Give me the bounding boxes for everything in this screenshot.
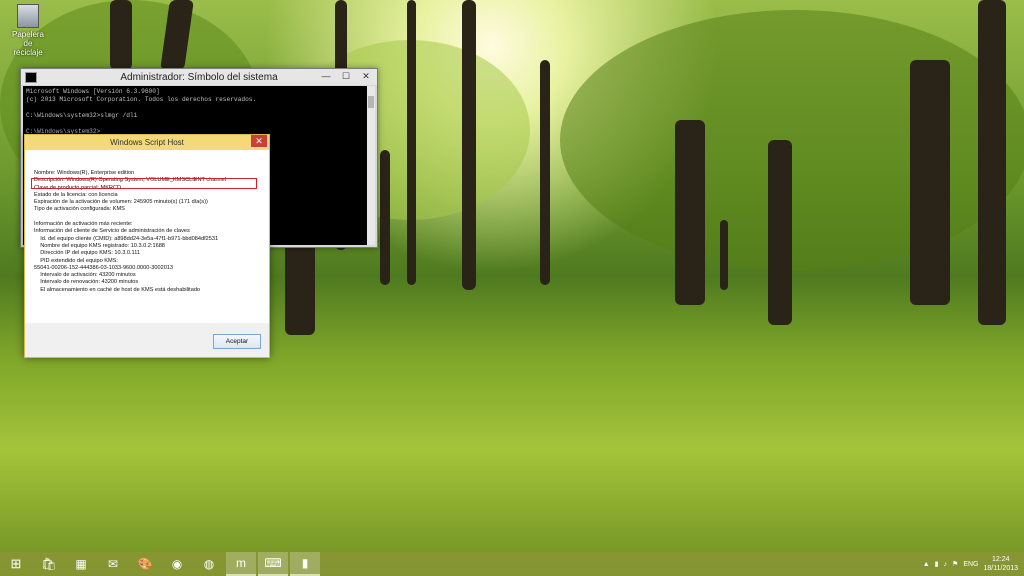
language-indicator[interactable]: ENG (963, 561, 978, 568)
message-line: Nombre: Windows(R), Enterprise edition (34, 170, 135, 176)
wsh-title: Windows Script Host (110, 138, 184, 147)
taskbar: ⊞ 🛍 ▦ ✉ 🎨 ◉ ◍ m ⌨ ▮ ▲ ▮ ♪ ⚑ ENG 12:24 18… (0, 552, 1024, 576)
recycle-bin-label: Papelera de reciclaje (11, 30, 45, 57)
paint-icon: 🎨 (137, 557, 153, 571)
message-line (34, 214, 226, 221)
message-line: Expiración de la activación de volumen: … (34, 199, 208, 206)
message-line: Intervalo de activación: 43200 minutos (34, 272, 136, 279)
flag-icon[interactable]: ⚑ (952, 560, 958, 568)
taskbar-store[interactable]: 🛍 (34, 553, 64, 575)
description-highlight (31, 178, 257, 189)
cmd-titlebar[interactable]: Administrador: Símbolo del sistema — ☐ ✕ (21, 69, 377, 85)
clock-date: 18/11/2013 (983, 565, 1018, 572)
chrome-icon: ◉ (171, 557, 183, 571)
tray-up-arrow-icon[interactable]: ▲ (923, 561, 930, 568)
close-icon[interactable]: ✕ (357, 70, 375, 83)
cmd-icon: ⌨ (264, 556, 282, 570)
taskbar-chrome[interactable]: ◉ (162, 553, 192, 575)
cmd-scrollbar[interactable] (367, 86, 375, 245)
accept-button[interactable]: Aceptar (213, 334, 261, 349)
file-explorer-icon: ▦ (75, 557, 87, 571)
taskbar-file-explorer[interactable]: ▦ (66, 553, 96, 575)
windows-logo-icon: ⊞ (10, 556, 22, 571)
message-line: Tipo de activación configurada: KMS (34, 206, 125, 213)
wsh-body: Nombre: Windows(R), Enterprise edition De… (25, 150, 269, 323)
message-line: Información de activación más reciente: (34, 221, 133, 228)
message-line: Intervalo de renovación: 43200 minutos (34, 279, 139, 286)
app-icon: ▮ (301, 556, 309, 570)
maximize-icon[interactable]: ☐ (337, 70, 355, 83)
wsh-close-icon[interactable]: ✕ (251, 135, 267, 147)
message-line: PID extendido del equipo KMS: (34, 257, 118, 264)
wsh-dialog[interactable]: Windows Script Host ✕ Nombre: Windows(R)… (24, 134, 270, 358)
outlook-icon: ✉ (107, 557, 119, 571)
maxthon-icon: m (236, 556, 246, 570)
message-line: Nombre del equipo KMS registrado: 10.3.0… (34, 242, 165, 249)
recycle-bin-icon (17, 4, 39, 28)
console-line: Microsoft Windows [Versión 6.3.9600] (26, 88, 160, 95)
taskbar-outlook[interactable]: ✉ (98, 553, 128, 575)
firefox-icon: ◍ (203, 557, 215, 571)
console-line: C:\Windows\system32>slmgr /dli (26, 112, 138, 119)
minimize-icon[interactable]: — (317, 70, 335, 83)
message-line: Información del cliente de Servicio de a… (34, 228, 190, 235)
scroll-thumb[interactable] (368, 96, 374, 108)
wsh-titlebar[interactable]: Windows Script Host ✕ (25, 135, 269, 150)
system-tray: ▲ ▮ ♪ ⚑ ENG 12:24 18/11/2013 (923, 552, 1018, 576)
store-icon: 🛍 (41, 557, 57, 571)
clock[interactable]: 12:24 18/11/2013 (983, 555, 1018, 573)
taskbar-cmd[interactable]: ⌨ (258, 552, 288, 576)
message-line: El almacenamiento en caché de host de KM… (34, 286, 201, 293)
taskbar-maxthon[interactable]: m (226, 552, 256, 576)
message-line: Estado de la licencia: con licencia (34, 191, 118, 198)
taskbar-paint[interactable]: 🎨 (130, 553, 160, 575)
recycle-bin[interactable]: Papelera de reciclaje (8, 4, 48, 57)
taskbar-app[interactable]: ▮ (290, 552, 320, 576)
message-line: Id. del equipo cliente (CMID): a898dd24-… (34, 235, 219, 242)
message-line: 55041-00206-152-444386-03-1033-9600.0000… (34, 264, 174, 271)
taskbar-firefox[interactable]: ◍ (194, 553, 224, 575)
message-line: Dirección IP del equipo KMS: 10.3.0.111 (34, 250, 141, 257)
volume-icon[interactable]: ♪ (944, 561, 948, 568)
network-icon[interactable]: ▮ (935, 560, 939, 568)
clock-time: 12:24 (991, 556, 1010, 563)
start-button[interactable]: ⊞ (0, 552, 32, 576)
console-line: (c) 2013 Microsoft Corporation. Todos lo… (26, 96, 257, 103)
